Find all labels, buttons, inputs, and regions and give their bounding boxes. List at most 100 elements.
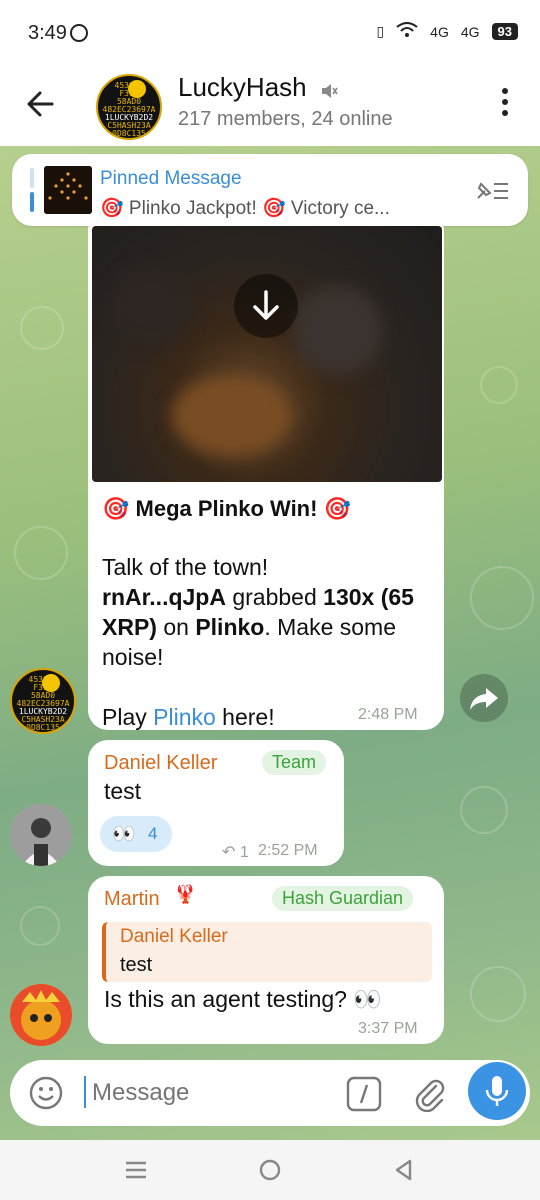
download-button[interactable]	[234, 274, 298, 338]
pin-list-icon	[477, 182, 508, 199]
reply-count: 1	[239, 844, 249, 861]
message-time: 2:48 PM	[358, 706, 418, 723]
message-time: 3:37 PM	[358, 1020, 418, 1037]
pinned-thumbnail	[44, 166, 92, 214]
wifi-icon	[396, 22, 418, 41]
back-button[interactable]	[22, 84, 62, 124]
back-nav-button[interactable]	[392, 1158, 416, 1187]
battery-icon: 93	[491, 23, 518, 40]
reply-icon: ↶	[222, 844, 236, 861]
quote-sender: Daniel Keller	[120, 926, 228, 947]
user-avatar[interactable]	[10, 804, 72, 866]
triangle-back-icon	[395, 1159, 412, 1181]
member-tag: Team	[262, 750, 327, 775]
message-text: Is this an agent testing? 👀	[104, 986, 382, 1012]
message-title: 🎯 Mega Plinko Win! 🎯	[102, 496, 351, 522]
media-blur	[112, 266, 192, 346]
home-button[interactable]	[258, 1158, 282, 1187]
message-text: Play	[102, 704, 154, 730]
whatsapp-icon	[70, 24, 88, 42]
status-icons: ▯ 4G 4G 93	[376, 22, 518, 41]
slash-command-icon	[346, 1076, 382, 1112]
doodle-shape	[20, 306, 64, 350]
target-icon: 🎯	[102, 496, 130, 521]
media-blur	[172, 376, 292, 456]
message-input[interactable]	[90, 1074, 334, 1112]
message-line: rnAr...qJpA grabbed 130x (65 XRP) on Pli…	[102, 582, 438, 672]
member-tag: Hash Guardian	[272, 886, 414, 911]
home-circle-icon	[259, 1159, 281, 1181]
doodle-shape	[470, 966, 526, 1022]
chat-header: 4530E4F31558AD0482EC23697A1LUCKYB2D2C5HA…	[0, 66, 540, 147]
attach-button[interactable]	[410, 1074, 448, 1117]
microphone-icon	[485, 1076, 509, 1106]
user-avatar[interactable]	[10, 984, 72, 1046]
arrow-down-icon	[253, 290, 279, 320]
status-time: 3:49	[28, 22, 67, 44]
dot-icon	[502, 88, 508, 94]
chat-subtitle: 217 members, 24 online	[178, 108, 393, 130]
game-name: Plinko	[195, 614, 265, 640]
plinko-board-icon	[44, 166, 92, 214]
message-line: Talk of the town!	[102, 554, 269, 580]
group-avatar[interactable]: 4530E4F31558AD0482EC23697A1LUCKYB2D2C5HA…	[96, 74, 162, 140]
reply-quote[interactable]: Daniel Keller test	[102, 922, 432, 982]
recent-apps-button[interactable]	[124, 1158, 148, 1187]
share-icon	[470, 688, 498, 710]
character-avatar-icon	[10, 984, 72, 1046]
doodle-shape	[470, 566, 534, 630]
doodle-shape	[460, 786, 508, 834]
message-text: test	[104, 778, 142, 804]
chat-title[interactable]: LuckyHash	[178, 72, 307, 103]
avatar-dot-icon	[128, 80, 146, 98]
eyes-icon: 👀	[112, 824, 136, 845]
person-photo-icon	[10, 804, 72, 866]
vibrate-icon: ▯	[376, 23, 385, 39]
pin-indicator-active	[30, 192, 34, 212]
muted-icon	[320, 82, 338, 105]
message-text: grabbed	[225, 584, 324, 610]
target-icon: 🎯	[323, 496, 351, 521]
paperclip-icon	[415, 1079, 445, 1113]
avatar-hash-line: 0D8C135	[112, 129, 146, 138]
reply-info[interactable]: ↶ 1	[222, 842, 249, 862]
reaction-count: 4	[148, 824, 158, 843]
reaction-chip[interactable]: 👀 4	[100, 816, 172, 852]
emoji-button[interactable]	[28, 1075, 64, 1116]
sender-name[interactable]: Daniel Keller	[104, 752, 217, 775]
voice-record-button[interactable]	[468, 1062, 526, 1120]
signal-icon-2: 4G	[460, 23, 480, 40]
more-menu-button[interactable]	[502, 88, 510, 121]
commands-button[interactable]	[346, 1076, 382, 1117]
doodle-shape	[14, 526, 68, 580]
dot-icon	[502, 110, 508, 116]
message-body: Talk of the town! rnAr...qJpA grabbed 13…	[102, 552, 438, 732]
status-bar: 3:49 ▯ 4G 4G 93	[0, 0, 540, 66]
avatar-dot-icon	[42, 674, 60, 692]
message-text: here!	[215, 704, 275, 730]
pin-list-button[interactable]	[472, 176, 510, 206]
menu-lines-icon	[126, 1161, 146, 1179]
quote-text: test	[120, 954, 153, 976]
pin-indicator	[30, 168, 34, 188]
doodle-shape	[20, 906, 60, 946]
pinned-message-bar[interactable]: Pinned Message 🎯 Plinko Jackpot! 🎯 Victo…	[12, 154, 528, 226]
smiley-icon	[29, 1076, 63, 1110]
message-time: 2:52 PM	[258, 842, 318, 859]
channel-avatar[interactable]: 4530E4F31558AD0482EC23697A1LUCKYB2D2C5HA…	[10, 668, 76, 734]
system-nav-bar	[0, 1140, 540, 1200]
media-preview[interactable]	[92, 226, 442, 482]
winner-user: rnAr...qJpA	[102, 584, 226, 610]
media-blur	[292, 286, 382, 376]
emoji-badge-icon: 🦞	[174, 884, 197, 904]
arrow-left-icon	[27, 91, 54, 117]
text-cursor	[84, 1076, 86, 1108]
signal-icon-1: 4G	[430, 23, 449, 40]
sender-name[interactable]: Martin	[104, 888, 160, 911]
dot-icon	[502, 99, 508, 105]
doodle-shape	[480, 366, 518, 404]
pinned-title: Pinned Message	[100, 168, 242, 189]
forward-button[interactable]	[460, 674, 508, 722]
plinko-link[interactable]: Plinko	[153, 704, 216, 730]
pinned-text: 🎯 Plinko Jackpot! 🎯 Victory ce...	[100, 198, 390, 219]
